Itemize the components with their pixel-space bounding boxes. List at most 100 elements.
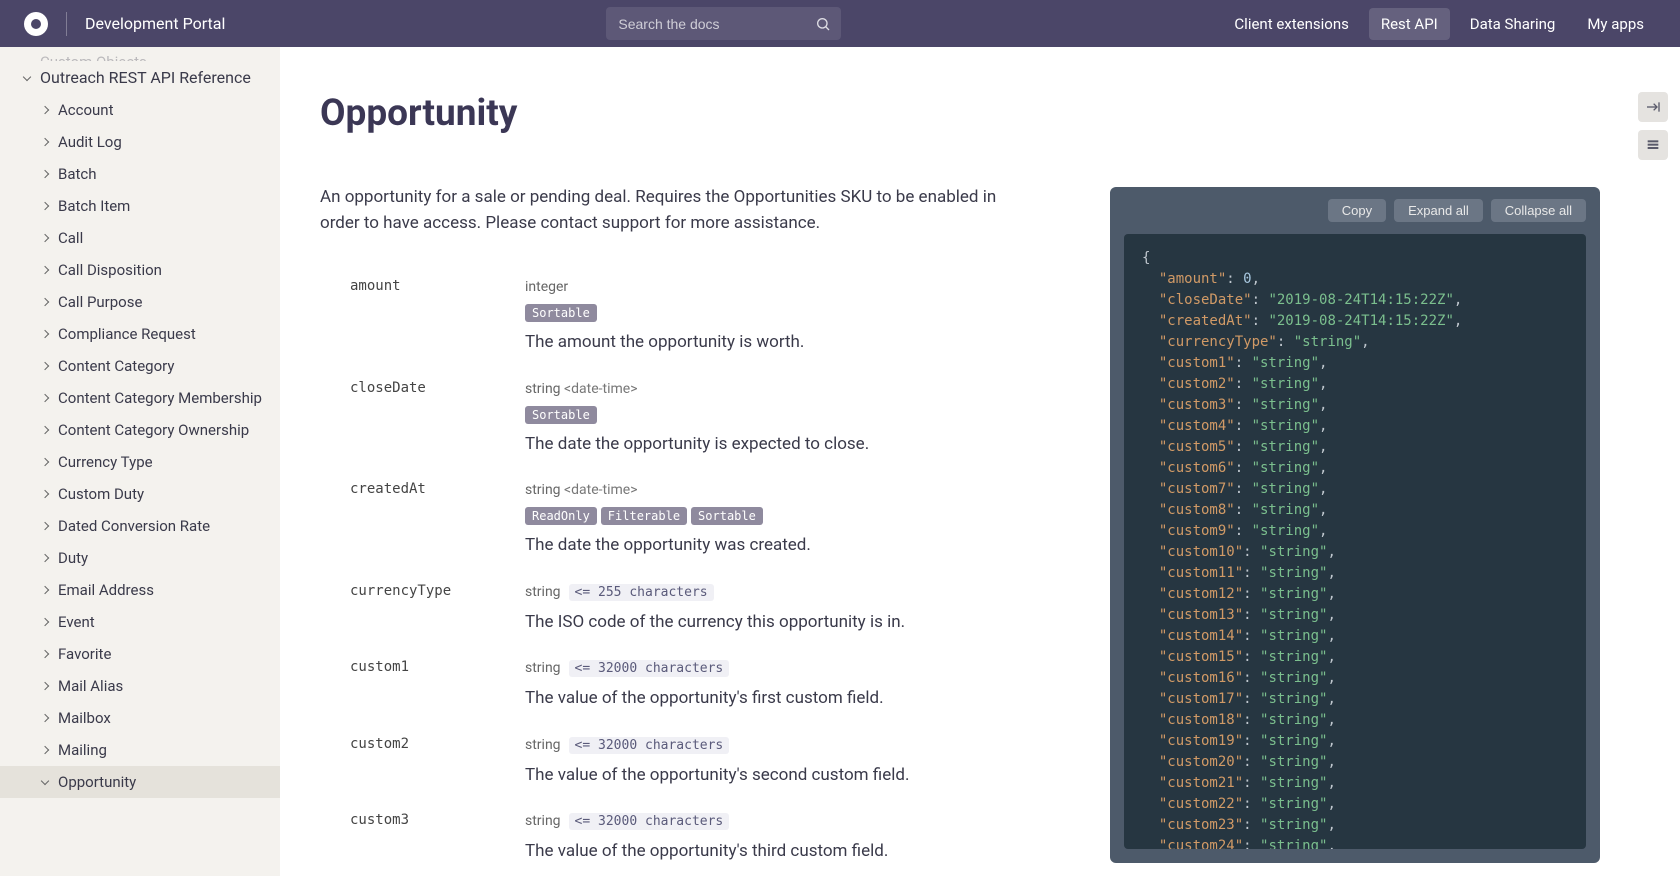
attribute-body: string<= 32000 charactersThe value of th… xyxy=(525,657,1060,712)
code-body[interactable]: { "amount": 0, "closeDate": "2019-08-24T… xyxy=(1124,234,1586,849)
attribute-description: The date the opportunity was created. xyxy=(525,533,1060,559)
sidebar-item-label: Currency Type xyxy=(58,453,153,471)
sidebar-item-label: Content Category xyxy=(58,357,174,375)
sidebar-item[interactable]: Favorite xyxy=(0,638,280,670)
attribute-name: createdAt xyxy=(320,479,525,559)
attribute-name: currencyType xyxy=(320,581,525,636)
attribute-type: string xyxy=(525,584,561,600)
chevron-right-icon xyxy=(40,105,50,115)
sidebar-item[interactable]: Mailbox xyxy=(0,702,280,734)
main-content: Opportunity An opportunity for a sale or… xyxy=(280,47,1110,876)
header-divider xyxy=(66,12,67,36)
attribute-badge: Sortable xyxy=(525,406,597,424)
attribute-row: createdAtstring <date-time>ReadOnlyFilte… xyxy=(320,479,1060,559)
chevron-right-icon xyxy=(40,297,50,307)
chevron-right-icon xyxy=(40,553,50,563)
sidebar-item[interactable]: Call Purpose xyxy=(0,286,280,318)
sidebar-section-label: Outreach REST API Reference xyxy=(40,68,251,87)
sidebar-item-label: Opportunity xyxy=(58,773,136,791)
attribute-row: amountintegerSortableThe amount the oppo… xyxy=(320,276,1060,356)
sidebar-item[interactable]: Batch xyxy=(0,158,280,190)
sidebar-item[interactable]: Batch Item xyxy=(0,190,280,222)
nav-link[interactable]: Client extensions xyxy=(1222,8,1360,40)
sidebar-item[interactable]: Account xyxy=(0,94,280,126)
collapse-all-button[interactable]: Collapse all xyxy=(1491,199,1586,222)
attribute-row: currencyTypestring <= 255 characters The I… xyxy=(320,581,1060,636)
chevron-right-icon xyxy=(40,361,50,371)
sidebar-item-label: Content Category Ownership xyxy=(58,421,249,439)
sidebar-item-label: Duty xyxy=(58,549,88,567)
sidebar-item[interactable]: Mail Alias xyxy=(0,670,280,702)
toggle-view-button[interactable] xyxy=(1638,130,1668,160)
sidebar-item-label: Batch Item xyxy=(58,197,130,215)
top-header: Development Portal Client extensions Rest… xyxy=(0,0,1680,47)
header-nav: Client extensions Rest APIData SharingMy … xyxy=(1222,8,1656,40)
code-sample-panel: Copy Expand all Collapse all { "amount":… xyxy=(1110,187,1600,863)
chevron-right-icon xyxy=(40,713,50,723)
attribute-description: The value of the opportunity's third cus… xyxy=(525,839,1060,865)
sidebar-item[interactable]: Custom Duty xyxy=(0,478,280,510)
chevron-down-icon xyxy=(40,777,50,787)
attribute-body: string <date-time> Sortable The date the o… xyxy=(525,378,1060,458)
chevron-right-icon xyxy=(40,457,50,467)
sidebar-item[interactable]: Dated Conversion Rate xyxy=(0,510,280,542)
sidebar-item-label: Audit Log xyxy=(58,133,122,151)
sidebar-item[interactable]: Content Category xyxy=(0,350,280,382)
chevron-right-icon xyxy=(40,521,50,531)
attribute-row: custom2string<= 32000 charactersThe valu… xyxy=(320,734,1060,789)
nav-link[interactable]: Rest API xyxy=(1369,8,1450,40)
sidebar-item[interactable]: Email Address xyxy=(0,574,280,606)
sidebar-partial-item[interactable]: Custom Objects xyxy=(0,53,280,61)
chevron-right-icon xyxy=(40,265,50,275)
chevron-right-icon xyxy=(40,201,50,211)
sidebar-item[interactable]: Opportunity xyxy=(0,766,280,798)
brand-title[interactable]: Development Portal xyxy=(85,14,225,33)
attribute-description: The ISO code of the currency this opport… xyxy=(525,610,1060,636)
attribute-body: string <date-time>ReadOnlyFilterableSort… xyxy=(525,479,1060,559)
sidebar-item-label: Mailbox xyxy=(58,709,111,727)
attribute-description: The date the opportunity is expected to … xyxy=(525,432,1060,458)
nav-link[interactable]: Data Sharing xyxy=(1458,8,1568,40)
sidebar-item[interactable]: Audit Log xyxy=(0,126,280,158)
search-input[interactable] xyxy=(606,7,841,40)
attribute-badge: Sortable xyxy=(691,507,763,525)
copy-button[interactable]: Copy xyxy=(1328,199,1386,222)
sidebar-item[interactable]: Currency Type xyxy=(0,446,280,478)
attribute-constraint: <= 32000 characters xyxy=(569,660,730,677)
sidebar-item[interactable]: Event xyxy=(0,606,280,638)
chevron-right-icon xyxy=(40,649,50,659)
sidebar-item-label: Mailing xyxy=(58,741,107,759)
expand-panel-button[interactable] xyxy=(1638,92,1668,122)
attribute-constraint: <= 32000 characters xyxy=(569,813,730,830)
search-icon xyxy=(815,16,831,32)
sidebar: Custom Objects Outreach REST API Referen… xyxy=(0,47,280,876)
attribute-body: integerSortableThe amount the opportunit… xyxy=(525,276,1060,356)
chevron-right-icon xyxy=(40,169,50,179)
sidebar-section-header[interactable]: Outreach REST API Reference xyxy=(0,61,280,94)
side-tools xyxy=(1638,92,1668,160)
attribute-name: custom3 xyxy=(320,810,525,865)
chevron-right-icon xyxy=(40,329,50,339)
attribute-description: The value of the opportunity's first cus… xyxy=(525,686,1060,712)
sidebar-item[interactable]: Content Category Ownership xyxy=(0,414,280,446)
page-description: An opportunity for a sale or pending dea… xyxy=(320,185,1040,236)
sidebar-item[interactable]: Call xyxy=(0,222,280,254)
attribute-type: string <date-time> xyxy=(525,381,638,397)
sidebar-item[interactable]: Duty xyxy=(0,542,280,574)
attribute-type: string xyxy=(525,813,561,829)
sidebar-item[interactable]: Content Category Membership xyxy=(0,382,280,414)
chevron-right-icon xyxy=(40,137,50,147)
sidebar-item-label: Batch xyxy=(58,165,97,183)
sidebar-item[interactable]: Compliance Request xyxy=(0,318,280,350)
attribute-name: custom2 xyxy=(320,734,525,789)
brand-logo[interactable] xyxy=(24,12,48,36)
attribute-constraint: <= 255 characters xyxy=(569,584,714,601)
attribute-body: string <= 32000 characters The value of th… xyxy=(525,810,1060,865)
attribute-constraint: <= 32000 characters xyxy=(569,737,730,754)
attribute-name: closeDate xyxy=(320,378,525,458)
sidebar-item-label: Email Address xyxy=(58,581,154,599)
expand-all-button[interactable]: Expand all xyxy=(1394,199,1483,222)
sidebar-item[interactable]: Call Disposition xyxy=(0,254,280,286)
sidebar-item[interactable]: Mailing xyxy=(0,734,280,766)
nav-link[interactable]: My apps xyxy=(1575,8,1656,40)
